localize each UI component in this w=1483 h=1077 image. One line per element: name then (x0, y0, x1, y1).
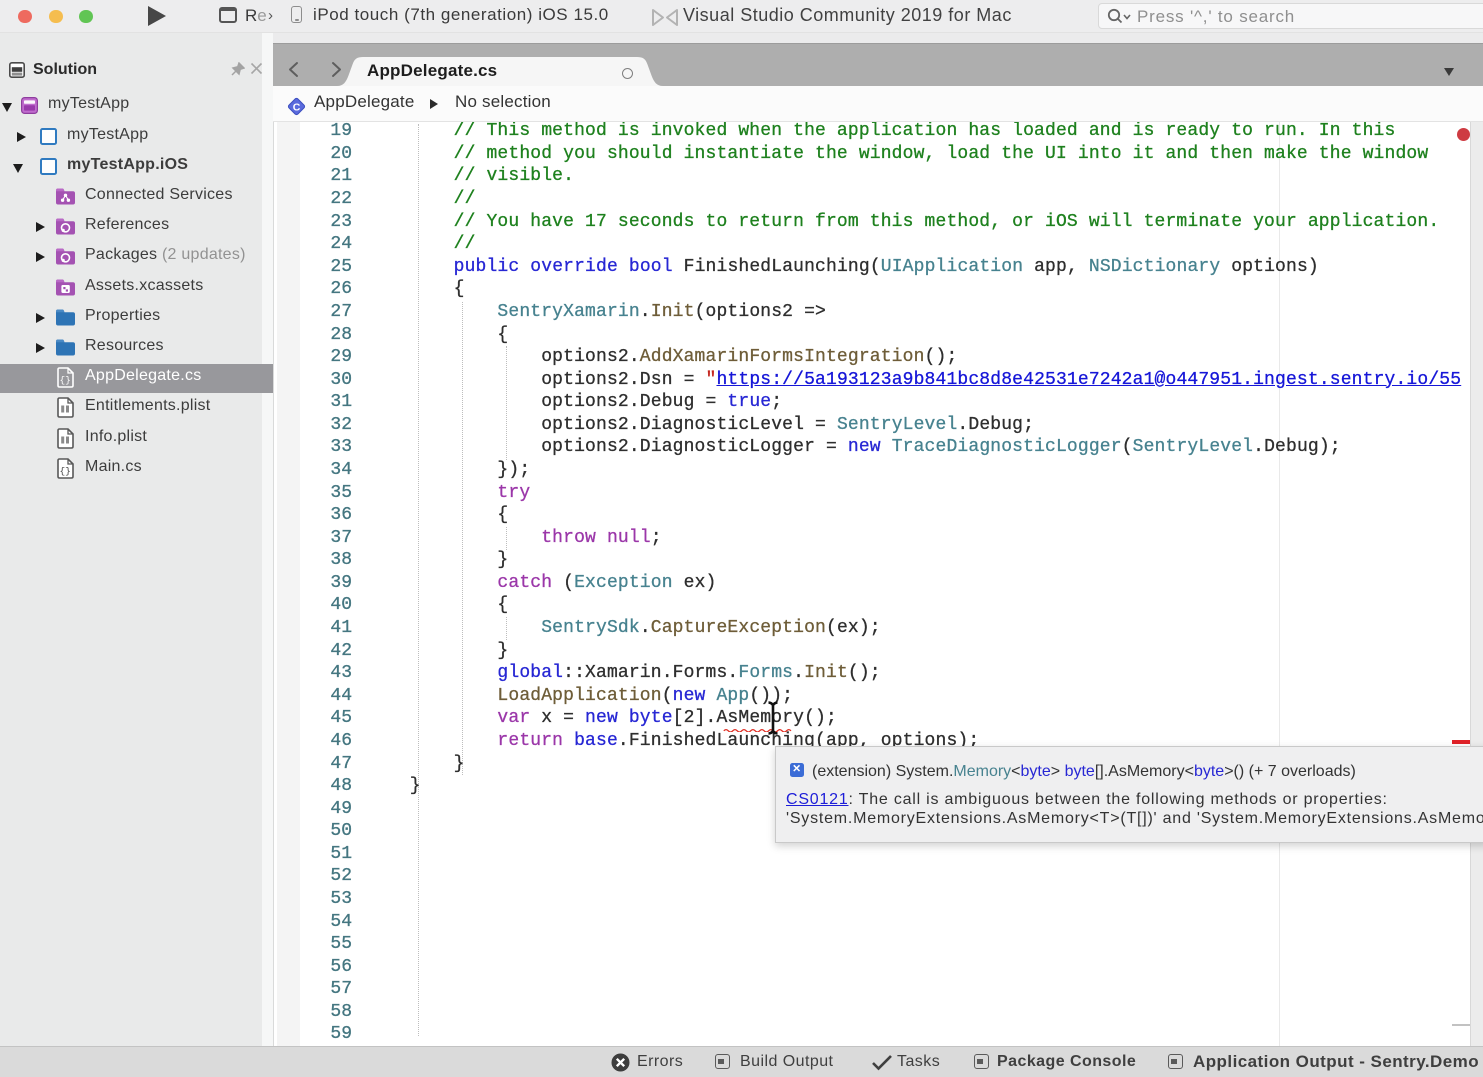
svg-text:{}: {} (59, 375, 70, 386)
svg-text:{}: {} (59, 465, 70, 476)
svg-text:C: C (293, 101, 301, 113)
